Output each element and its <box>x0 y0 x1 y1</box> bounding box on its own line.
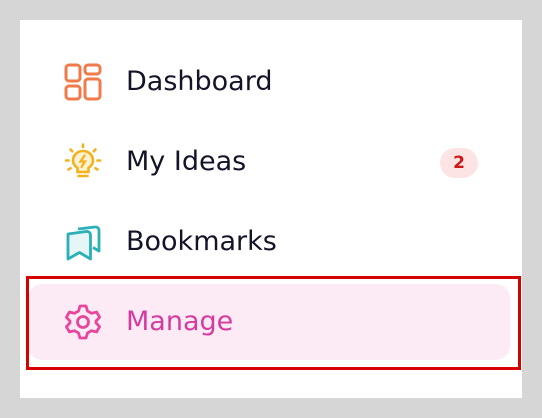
lightbulb-icon <box>64 143 102 181</box>
nav-item-manage[interactable]: Manage <box>28 284 510 360</box>
ideas-count-badge: 2 <box>440 148 478 178</box>
nav-label-my-ideas: My Ideas <box>126 146 247 177</box>
nav-item-dashboard[interactable]: Dashboard <box>28 44 510 120</box>
nav-label-manage: Manage <box>126 306 234 337</box>
bookmarks-icon <box>64 223 102 261</box>
nav-label-dashboard: Dashboard <box>126 66 273 97</box>
gear-icon <box>64 303 102 341</box>
nav-item-my-ideas[interactable]: My Ideas 2 <box>28 124 510 200</box>
nav-item-bookmarks[interactable]: Bookmarks <box>28 204 510 280</box>
sidebar-nav-panel: Dashboard My Ideas 2 Bookmarks Manage <box>20 20 522 398</box>
nav-label-bookmarks: Bookmarks <box>126 226 277 257</box>
dashboard-icon <box>64 63 102 101</box>
